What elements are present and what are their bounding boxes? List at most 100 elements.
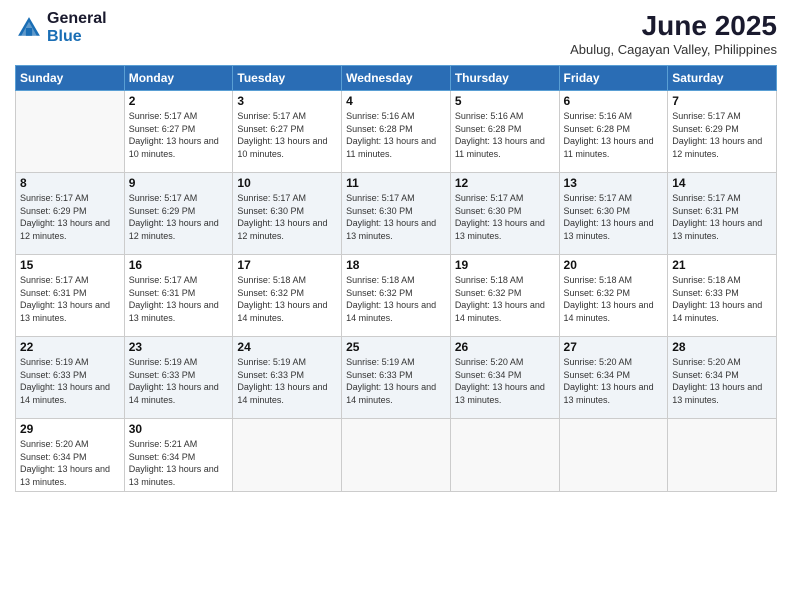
table-cell: 27 Sunrise: 5:20 AM Sunset: 6:34 PM Dayl… [559,337,668,419]
table-cell: 11 Sunrise: 5:17 AM Sunset: 6:30 PM Dayl… [342,173,451,255]
daylight-label: Daylight: 13 hours and 13 minutes. [346,218,436,241]
sunrise-label: Sunrise: 5:20 AM [20,439,89,449]
table-cell: 14 Sunrise: 5:17 AM Sunset: 6:31 PM Dayl… [668,173,777,255]
day-info: Sunrise: 5:17 AM Sunset: 6:31 PM Dayligh… [20,274,120,324]
day-info: Sunrise: 5:20 AM Sunset: 6:34 PM Dayligh… [455,356,555,406]
sunset-label: Sunset: 6:30 PM [455,206,522,216]
sunrise-label: Sunrise: 5:20 AM [564,357,633,367]
day-number: 5 [455,94,555,108]
sunset-label: Sunset: 6:33 PM [20,370,87,380]
sunset-label: Sunset: 6:30 PM [237,206,304,216]
daylight-label: Daylight: 13 hours and 14 minutes. [346,300,436,323]
day-info: Sunrise: 5:16 AM Sunset: 6:28 PM Dayligh… [346,110,446,160]
table-cell: 25 Sunrise: 5:19 AM Sunset: 6:33 PM Dayl… [342,337,451,419]
day-info: Sunrise: 5:18 AM Sunset: 6:32 PM Dayligh… [455,274,555,324]
sunrise-label: Sunrise: 5:16 AM [346,111,415,121]
table-cell [450,419,559,492]
calendar-header-row: Sunday Monday Tuesday Wednesday Thursday… [16,66,777,91]
table-cell [16,91,125,173]
sunrise-label: Sunrise: 5:17 AM [455,193,524,203]
sunset-label: Sunset: 6:33 PM [346,370,413,380]
header: General Blue June 2025 Abulug, Cagayan V… [15,10,777,57]
sunset-label: Sunset: 6:27 PM [237,124,304,134]
table-cell: 30 Sunrise: 5:21 AM Sunset: 6:34 PM Dayl… [124,419,233,492]
sunrise-label: Sunrise: 5:17 AM [346,193,415,203]
sunrise-label: Sunrise: 5:20 AM [672,357,741,367]
daylight-label: Daylight: 13 hours and 14 minutes. [129,382,219,405]
daylight-label: Daylight: 13 hours and 12 minutes. [672,136,762,159]
day-number: 13 [564,176,664,190]
day-number: 16 [129,258,229,272]
day-info: Sunrise: 5:17 AM Sunset: 6:30 PM Dayligh… [237,192,337,242]
day-number: 18 [346,258,446,272]
day-number: 23 [129,340,229,354]
sunrise-label: Sunrise: 5:17 AM [129,275,198,285]
sunrise-label: Sunrise: 5:19 AM [346,357,415,367]
sunset-label: Sunset: 6:34 PM [129,452,196,462]
sunset-label: Sunset: 6:27 PM [129,124,196,134]
page: General Blue June 2025 Abulug, Cagayan V… [0,0,792,612]
day-info: Sunrise: 5:17 AM Sunset: 6:27 PM Dayligh… [129,110,229,160]
day-info: Sunrise: 5:20 AM Sunset: 6:34 PM Dayligh… [672,356,772,406]
day-number: 11 [346,176,446,190]
daylight-label: Daylight: 13 hours and 11 minutes. [564,136,654,159]
table-cell: 21 Sunrise: 5:18 AM Sunset: 6:33 PM Dayl… [668,255,777,337]
sunset-label: Sunset: 6:31 PM [20,288,87,298]
sunset-label: Sunset: 6:31 PM [129,288,196,298]
sunset-label: Sunset: 6:34 PM [20,452,87,462]
daylight-label: Daylight: 13 hours and 12 minutes. [237,218,327,241]
day-number: 2 [129,94,229,108]
sunset-label: Sunset: 6:28 PM [346,124,413,134]
day-info: Sunrise: 5:17 AM Sunset: 6:27 PM Dayligh… [237,110,337,160]
day-info: Sunrise: 5:17 AM Sunset: 6:30 PM Dayligh… [455,192,555,242]
day-number: 29 [20,422,120,436]
day-number: 26 [455,340,555,354]
day-info: Sunrise: 5:18 AM Sunset: 6:32 PM Dayligh… [564,274,664,324]
sunrise-label: Sunrise: 5:19 AM [129,357,198,367]
logo-general-text: General [47,10,107,28]
table-cell: 23 Sunrise: 5:19 AM Sunset: 6:33 PM Dayl… [124,337,233,419]
sunset-label: Sunset: 6:32 PM [564,288,631,298]
sunrise-label: Sunrise: 5:17 AM [129,111,198,121]
day-number: 19 [455,258,555,272]
col-thursday: Thursday [450,66,559,91]
sunset-label: Sunset: 6:34 PM [455,370,522,380]
col-sunday: Sunday [16,66,125,91]
table-cell: 6 Sunrise: 5:16 AM Sunset: 6:28 PM Dayli… [559,91,668,173]
table-cell: 24 Sunrise: 5:19 AM Sunset: 6:33 PM Dayl… [233,337,342,419]
sunrise-label: Sunrise: 5:18 AM [237,275,306,285]
day-number: 6 [564,94,664,108]
sunrise-label: Sunrise: 5:17 AM [237,193,306,203]
sunrise-label: Sunrise: 5:21 AM [129,439,198,449]
sunrise-label: Sunrise: 5:17 AM [564,193,633,203]
day-number: 30 [129,422,229,436]
day-number: 25 [346,340,446,354]
sunset-label: Sunset: 6:34 PM [564,370,631,380]
table-cell: 10 Sunrise: 5:17 AM Sunset: 6:30 PM Dayl… [233,173,342,255]
day-info: Sunrise: 5:19 AM Sunset: 6:33 PM Dayligh… [346,356,446,406]
sunrise-label: Sunrise: 5:17 AM [20,193,89,203]
day-number: 22 [20,340,120,354]
table-cell: 2 Sunrise: 5:17 AM Sunset: 6:27 PM Dayli… [124,91,233,173]
sunrise-label: Sunrise: 5:16 AM [564,111,633,121]
table-cell: 8 Sunrise: 5:17 AM Sunset: 6:29 PM Dayli… [16,173,125,255]
daylight-label: Daylight: 13 hours and 11 minutes. [346,136,436,159]
daylight-label: Daylight: 13 hours and 14 minutes. [237,382,327,405]
col-friday: Friday [559,66,668,91]
logo-icon [15,14,43,42]
daylight-label: Daylight: 13 hours and 14 minutes. [237,300,327,323]
logo: General Blue [15,10,107,45]
day-number: 28 [672,340,772,354]
day-number: 3 [237,94,337,108]
daylight-label: Daylight: 13 hours and 13 minutes. [455,382,545,405]
daylight-label: Daylight: 13 hours and 14 minutes. [672,300,762,323]
sunrise-label: Sunrise: 5:17 AM [20,275,89,285]
calendar-table: Sunday Monday Tuesday Wednesday Thursday… [15,65,777,492]
day-info: Sunrise: 5:18 AM Sunset: 6:32 PM Dayligh… [237,274,337,324]
table-cell [233,419,342,492]
daylight-label: Daylight: 13 hours and 14 minutes. [346,382,436,405]
day-info: Sunrise: 5:20 AM Sunset: 6:34 PM Dayligh… [564,356,664,406]
col-wednesday: Wednesday [342,66,451,91]
table-cell: 26 Sunrise: 5:20 AM Sunset: 6:34 PM Dayl… [450,337,559,419]
day-info: Sunrise: 5:19 AM Sunset: 6:33 PM Dayligh… [237,356,337,406]
